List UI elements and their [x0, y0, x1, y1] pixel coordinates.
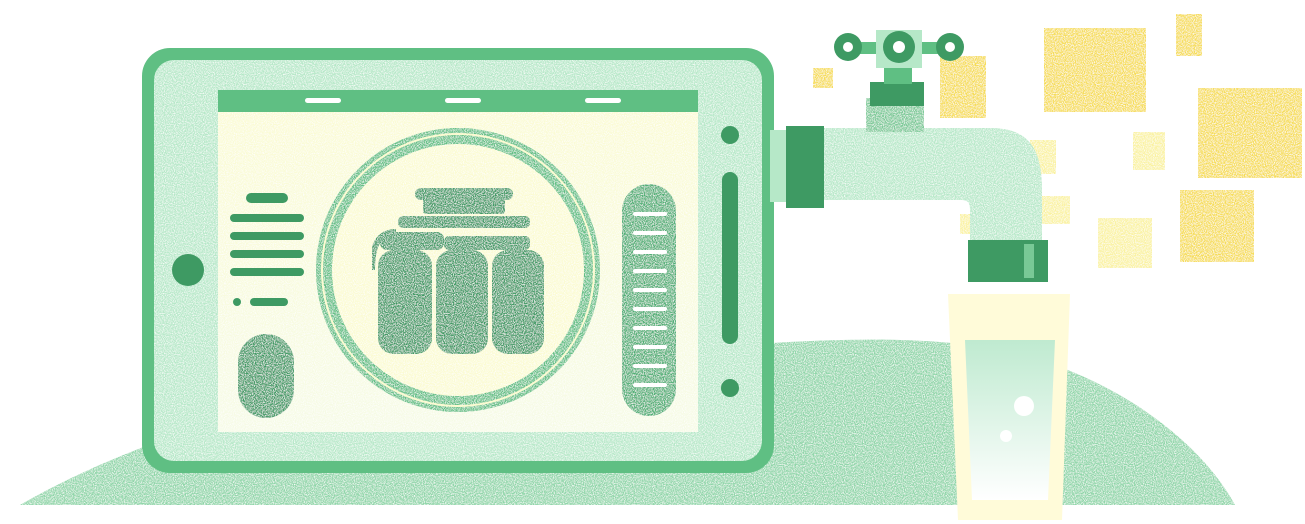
faucet-icon — [770, 30, 1048, 282]
topbar-dash-3 — [585, 98, 621, 103]
faucet-wall-nut — [786, 126, 824, 208]
sensor-dot — [721, 379, 739, 397]
faucet-body — [824, 128, 1042, 248]
level-gauge — [622, 184, 676, 416]
side-slider[interactable] — [722, 172, 738, 344]
valve-neck — [870, 82, 924, 106]
water — [965, 340, 1055, 500]
water-filter-illustration — [20, 14, 1302, 520]
tablet-device-icon — [142, 48, 774, 473]
left-capsule — [238, 334, 294, 418]
water-glass-icon — [948, 294, 1070, 520]
camera-dot — [721, 126, 739, 144]
home-button[interactable] — [172, 254, 204, 286]
topbar-dash-2 — [445, 98, 481, 103]
water-filter-icon — [316, 128, 600, 412]
spout-nut — [968, 240, 1048, 282]
topbar-dash-1 — [305, 98, 341, 103]
